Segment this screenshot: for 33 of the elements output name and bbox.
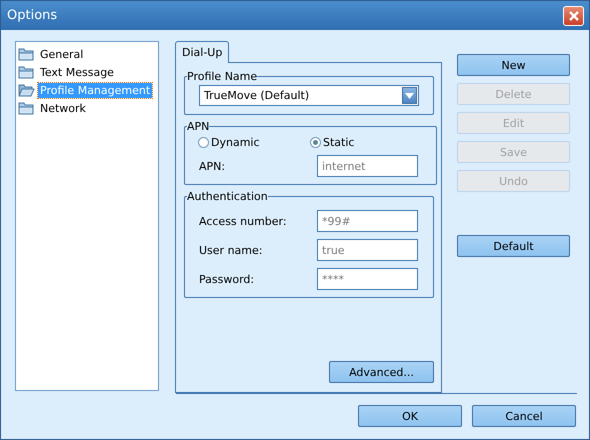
group-title: Authentication — [187, 190, 268, 203]
radio-button[interactable] — [198, 137, 209, 148]
action-button[interactable]: New — [457, 54, 570, 76]
tree-item[interactable]: General — [38, 46, 86, 62]
advanced-button[interactable]: Advanced... — [329, 361, 434, 383]
radio-label: Static — [323, 136, 354, 149]
default-button[interactable]: Default — [457, 235, 570, 257]
dialog-button[interactable]: OK — [358, 405, 462, 427]
input-field[interactable]: true — [317, 239, 418, 261]
input-field[interactable]: internet — [317, 155, 418, 177]
field-label: Password: — [199, 272, 256, 286]
folder-icon — [18, 47, 35, 61]
folder-icon — [18, 65, 35, 79]
group-title: Profile Name — [187, 70, 258, 83]
group-title: APN — [187, 120, 210, 133]
close-button[interactable] — [563, 6, 584, 26]
tab[interactable]: Dial-Up — [175, 41, 230, 63]
dialog-button[interactable]: Cancel — [472, 405, 576, 427]
field-label: Access number: — [199, 214, 288, 228]
radio-label: Dynamic — [211, 136, 260, 149]
tree-item[interactable]: Network — [38, 100, 88, 116]
input-field[interactable]: **** — [317, 268, 418, 290]
profile-dropdown[interactable]: TrueMove (Default) — [199, 85, 419, 106]
radio-button[interactable] — [310, 137, 321, 148]
close-icon — [568, 10, 580, 22]
input-field[interactable]: *99# — [317, 210, 418, 232]
folder-icon — [18, 101, 35, 115]
window-title: Options — [7, 8, 58, 23]
open-folder-icon — [18, 83, 35, 97]
field-label: User name: — [199, 244, 264, 256]
tree-item[interactable]: Text Message — [38, 64, 116, 80]
field-label: APN: — [199, 160, 226, 172]
dropdown-icon — [402, 87, 417, 104]
